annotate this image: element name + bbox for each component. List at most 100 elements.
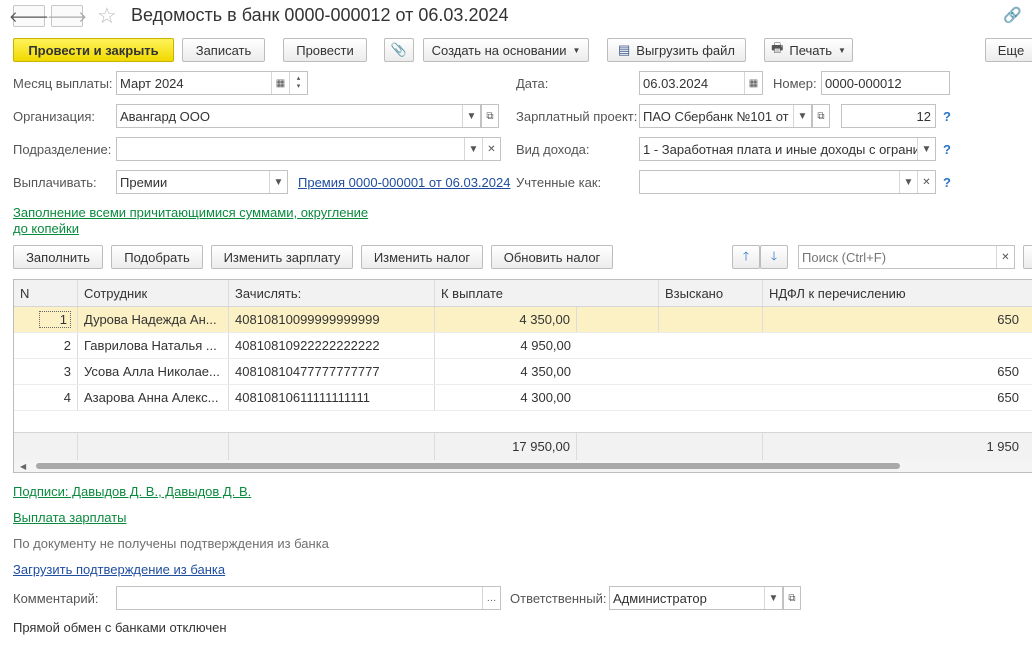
cell-n[interactable]: 2: [14, 333, 78, 358]
search-input[interactable]: [799, 246, 996, 268]
horizontal-scrollbar[interactable]: ◀: [14, 460, 1032, 472]
help-icon[interactable]: ?: [943, 175, 951, 190]
change-tax-button[interactable]: Изменить налог: [361, 245, 483, 269]
post-and-close-button[interactable]: Провести и закрыть: [13, 38, 174, 62]
cell-withheld[interactable]: [659, 359, 763, 384]
export-file-button[interactable]: ▤ Выгрузить файл: [607, 38, 746, 62]
arrow-left-icon: 🡐: [8, 8, 50, 26]
column-header-n[interactable]: N: [14, 280, 78, 306]
clear-icon[interactable]: ✕: [482, 138, 500, 160]
cell-account[interactable]: 40810810611111111111: [229, 385, 435, 410]
open-salary-project-button[interactable]: ⧉: [812, 104, 830, 128]
table-totals-row: 17 950,00 1 950: [14, 432, 1032, 460]
table-row[interactable]: 2 Гаврилова Наталья ... 4081081092222222…: [14, 333, 1032, 359]
comment-field[interactable]: …: [116, 586, 501, 610]
cell-account[interactable]: 40810810922222222222: [229, 333, 435, 358]
cell-employee[interactable]: Азарова Анна Алекс...: [78, 385, 229, 410]
forward-button[interactable]: 🡒: [47, 5, 87, 27]
month-stepper[interactable]: ▴ ▾: [289, 72, 307, 94]
cell-employee[interactable]: Усова Алла Николае...: [78, 359, 229, 384]
column-header-withheld[interactable]: Взыскано: [659, 280, 763, 306]
organization-field[interactable]: Авангард ООО ▼: [116, 104, 481, 128]
table-row[interactable]: 4 Азарова Анна Алекс... 4081081061111111…: [14, 385, 1032, 411]
pay-field[interactable]: Премии ▼: [116, 170, 288, 194]
cell-account[interactable]: 40810810477777777777: [229, 359, 435, 384]
favorite-star-icon[interactable]: ☆: [97, 3, 117, 29]
save-button[interactable]: Записать: [182, 38, 265, 62]
responsible-field[interactable]: Администратор ▼: [609, 586, 783, 610]
fill-button[interactable]: Заполнить: [13, 245, 103, 269]
cell-payout[interactable]: 4 300,00: [435, 385, 577, 410]
cell-ndfl[interactable]: 650: [763, 359, 1025, 384]
month-field[interactable]: Март 2024 ▦ ▴ ▾: [116, 71, 308, 95]
cell-payout[interactable]: 4 350,00: [435, 307, 577, 332]
dropdown-icon[interactable]: ▼: [917, 138, 935, 160]
move-up-button[interactable]: 🡑: [732, 245, 760, 269]
help-icon[interactable]: ?: [943, 142, 951, 157]
dropdown-icon[interactable]: ▼: [464, 138, 482, 160]
change-salary-button[interactable]: Изменить зарплату: [211, 245, 353, 269]
clear-search-icon[interactable]: ✕: [996, 246, 1014, 268]
responsible-value: Администратор: [613, 590, 707, 606]
column-header-employee[interactable]: Сотрудник: [78, 280, 229, 306]
column-header-ndfl[interactable]: НДФЛ к перечислению: [763, 280, 1032, 306]
back-button[interactable]: 🡐: [9, 5, 49, 27]
open-responsible-button[interactable]: ⧉: [783, 586, 801, 610]
cell-ndfl[interactable]: [763, 333, 1025, 358]
table-row[interactable]: 3 Усова Алла Николае... 4081081047777777…: [14, 359, 1032, 385]
dropdown-icon[interactable]: ▼: [269, 171, 287, 193]
number-field[interactable]: 0000-000012: [821, 71, 950, 95]
cell-payout[interactable]: 4 950,00: [435, 333, 577, 358]
dropdown-icon[interactable]: ▼: [462, 105, 480, 127]
bonus-document-link[interactable]: Премия 0000-000001 от 06.03.2024: [298, 175, 510, 190]
division-field[interactable]: ▼ ✕: [116, 137, 501, 161]
post-button[interactable]: Провести: [283, 38, 367, 62]
salary-project-field[interactable]: ПАО Сбербанк №101 от ▼: [639, 104, 812, 128]
table-more-button[interactable]: [1023, 245, 1032, 269]
search-field[interactable]: ✕: [798, 245, 1015, 269]
counted-as-field[interactable]: ▼ ✕: [639, 170, 936, 194]
cell-n[interactable]: 3: [14, 359, 78, 384]
calendar-icon[interactable]: ▦: [271, 72, 289, 94]
salary-payment-link[interactable]: Выплата зарплаты: [13, 510, 127, 525]
fill-settings-link[interactable]: Заполнение всеми причитающимися суммами,…: [13, 205, 368, 237]
scrollbar-thumb[interactable]: [36, 463, 900, 469]
cell-withheld[interactable]: [659, 307, 763, 332]
signatures-link[interactable]: Подписи: Давыдов Д. В., Давыдов Д. В.: [13, 484, 251, 499]
cell-employee[interactable]: Гаврилова Наталья ...: [78, 333, 229, 358]
attach-button[interactable]: 📎: [384, 38, 414, 62]
cell-withheld[interactable]: [659, 333, 763, 358]
open-organization-button[interactable]: ⧉: [481, 104, 499, 128]
scroll-left-icon[interactable]: ◀: [20, 462, 26, 471]
cell-account[interactable]: 40810810099999999999: [229, 307, 435, 332]
cell-payout[interactable]: 4 350,00: [435, 359, 577, 384]
load-confirmation-link[interactable]: Загрузить подтверждение из банка: [13, 562, 225, 577]
total-payout: 17 950,00: [435, 433, 577, 460]
help-icon[interactable]: ?: [943, 109, 951, 124]
column-header-payout[interactable]: К выплате: [435, 280, 659, 306]
salary-project-number-field[interactable]: 12: [841, 104, 936, 128]
date-field[interactable]: 06.03.2024 ▦: [639, 71, 763, 95]
move-down-button[interactable]: 🡓: [760, 245, 788, 269]
column-header-account[interactable]: Зачислять:: [229, 280, 435, 306]
cell-ndfl[interactable]: 650: [763, 307, 1025, 332]
dropdown-icon[interactable]: ▼: [764, 587, 782, 609]
clear-icon[interactable]: ✕: [917, 171, 935, 193]
dropdown-icon[interactable]: ▼: [793, 105, 811, 127]
ellipsis-icon[interactable]: …: [482, 587, 500, 609]
table-row[interactable]: 1 Дурова Надежда Ан... 40810810099999999…: [14, 307, 1032, 333]
link-icon[interactable]: 🔗: [1003, 6, 1022, 24]
more-button[interactable]: Еще: [985, 38, 1032, 62]
create-based-on-button[interactable]: Создать на основании ▼: [423, 38, 589, 62]
print-button[interactable]: 🖶 Печать ▼: [764, 38, 853, 62]
calendar-icon[interactable]: ▦: [744, 72, 762, 94]
pick-button[interactable]: Подобрать: [111, 245, 203, 269]
cell-withheld[interactable]: [659, 385, 763, 410]
income-type-field[interactable]: 1 - Заработная плата и иные доходы с огр…: [639, 137, 936, 161]
cell-employee[interactable]: Дурова Надежда Ан...: [78, 307, 229, 332]
cell-ndfl[interactable]: 650: [763, 385, 1025, 410]
update-tax-button[interactable]: Обновить налог: [491, 245, 613, 269]
cell-n[interactable]: 1: [14, 307, 78, 332]
dropdown-icon[interactable]: ▼: [899, 171, 917, 193]
cell-n[interactable]: 4: [14, 385, 78, 410]
